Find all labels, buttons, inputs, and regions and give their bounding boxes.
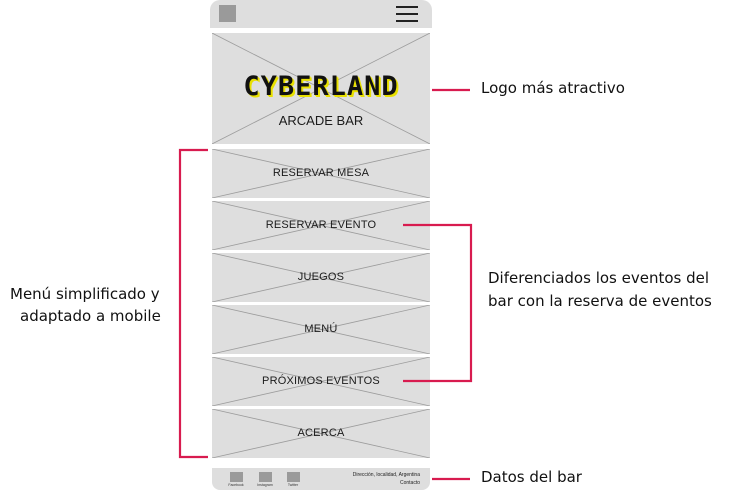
annotation-events-line-2: bar con la reserva de eventos <box>488 292 712 310</box>
events-annotation-bracket <box>403 223 473 383</box>
annotation-menu-line-2: adaptado a mobile <box>20 307 161 325</box>
annotation-footer: Datos del bar <box>481 468 582 486</box>
annotation-logo: Logo más atractivo <box>481 79 625 97</box>
menu-annotation-bracket <box>178 148 208 459</box>
annotation-lines <box>178 88 473 481</box>
annotation-events-line-1: Diferenciados los eventos del <box>488 269 710 287</box>
annotation-menu-line-1: Menú simplificado y <box>10 285 160 303</box>
